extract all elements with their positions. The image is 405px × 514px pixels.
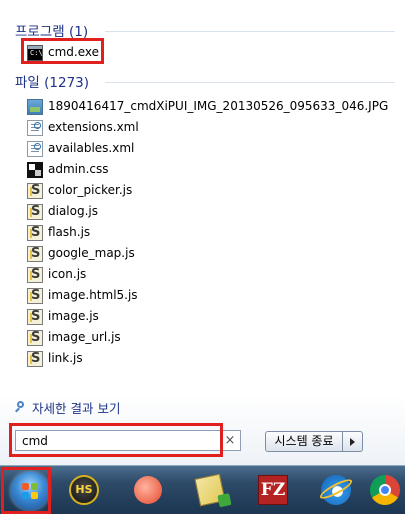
shutdown-control: 시스템 종료	[265, 431, 366, 452]
js-file-icon: S	[27, 308, 43, 325]
programs-divider	[105, 31, 395, 32]
notes-app-button[interactable]	[190, 470, 230, 510]
start-highlight-box	[1, 467, 51, 514]
search-highlight-box	[9, 423, 223, 457]
filezilla-button[interactable]: FZ	[253, 470, 293, 510]
notes-app-icon	[194, 473, 226, 507]
search-results: 프로그램 (1) C:\ cmd.exe 파일 (1273) 189041641…	[9, 8, 397, 390]
file-item[interactable]: S image.js	[27, 307, 99, 326]
file-item[interactable]: S google_map.js	[27, 244, 135, 263]
file-item[interactable]: availables.xml	[27, 139, 134, 158]
programs-header[interactable]: 프로그램 (1)	[15, 20, 88, 40]
file-item-label: flash.js	[48, 225, 91, 239]
file-item-label: link.js	[48, 351, 83, 365]
hs-app-icon: HS	[69, 475, 99, 505]
shutdown-options-arrow-icon[interactable]	[343, 431, 363, 452]
file-item-label: image.js	[48, 309, 99, 323]
hs-app-button[interactable]: HS	[64, 470, 104, 510]
file-item-label: availables.xml	[48, 141, 135, 155]
file-item[interactable]: S image.html5.js	[27, 286, 138, 305]
curl-app-button[interactable]	[128, 470, 168, 510]
file-item[interactable]: S icon.js	[27, 265, 86, 284]
file-item-label: dialog.js	[48, 204, 98, 218]
file-item-label: admin.css	[48, 162, 109, 176]
see-more-results-link[interactable]: 자세한 결과 보기	[14, 398, 120, 417]
chrome-button[interactable]	[365, 470, 405, 510]
chrome-icon	[370, 475, 400, 505]
taskbar: HS FZ	[0, 465, 405, 514]
file-item-label: 1890416417_cmdXiPUI_IMG_20130526_095633_…	[48, 99, 389, 113]
file-item-label: icon.js	[48, 267, 87, 281]
js-file-icon: S	[27, 182, 43, 199]
internet-explorer-button[interactable]	[316, 470, 356, 510]
xml-file-icon	[27, 119, 43, 136]
files-divider	[105, 82, 395, 83]
file-item[interactable]: S link.js	[27, 349, 83, 368]
file-item[interactable]: extensions.xml	[27, 118, 139, 137]
file-item-label: extensions.xml	[48, 120, 139, 134]
js-file-icon: S	[27, 350, 43, 367]
search-icon	[14, 401, 27, 414]
js-file-icon: S	[27, 266, 43, 283]
file-item[interactable]: 1890416417_cmdXiPUI_IMG_20130526_095633_…	[27, 97, 388, 116]
css-file-icon	[27, 161, 43, 178]
start-menu-panel: 프로그램 (1) C:\ cmd.exe 파일 (1273) 189041641…	[0, 0, 405, 465]
image-file-icon	[27, 98, 43, 115]
js-file-icon: S	[27, 203, 43, 220]
file-item[interactable]: admin.css	[27, 160, 109, 179]
clear-search-icon[interactable]: ×	[223, 431, 237, 450]
file-item-label: google_map.js	[48, 246, 135, 260]
file-item-label: image_url.js	[48, 330, 121, 344]
files-header[interactable]: 파일 (1273)	[15, 71, 89, 91]
file-item-label: color_picker.js	[48, 183, 133, 197]
js-file-icon: S	[27, 245, 43, 262]
js-file-icon: S	[27, 329, 43, 346]
cmd-highlight-box	[21, 38, 104, 64]
curl-app-icon	[134, 476, 162, 504]
filezilla-icon: FZ	[258, 475, 288, 505]
internet-explorer-icon	[321, 475, 351, 505]
see-more-results-label: 자세한 결과 보기	[32, 401, 121, 416]
file-item[interactable]: S color_picker.js	[27, 181, 132, 200]
xml-file-icon	[27, 140, 43, 157]
file-item-label: image.html5.js	[48, 288, 138, 302]
file-item[interactable]: S image_url.js	[27, 328, 121, 347]
js-file-icon: S	[27, 287, 43, 304]
file-item[interactable]: S dialog.js	[27, 202, 98, 221]
file-item[interactable]: S flash.js	[27, 223, 90, 242]
js-file-icon: S	[27, 224, 43, 241]
shutdown-button[interactable]: 시스템 종료	[265, 431, 343, 452]
